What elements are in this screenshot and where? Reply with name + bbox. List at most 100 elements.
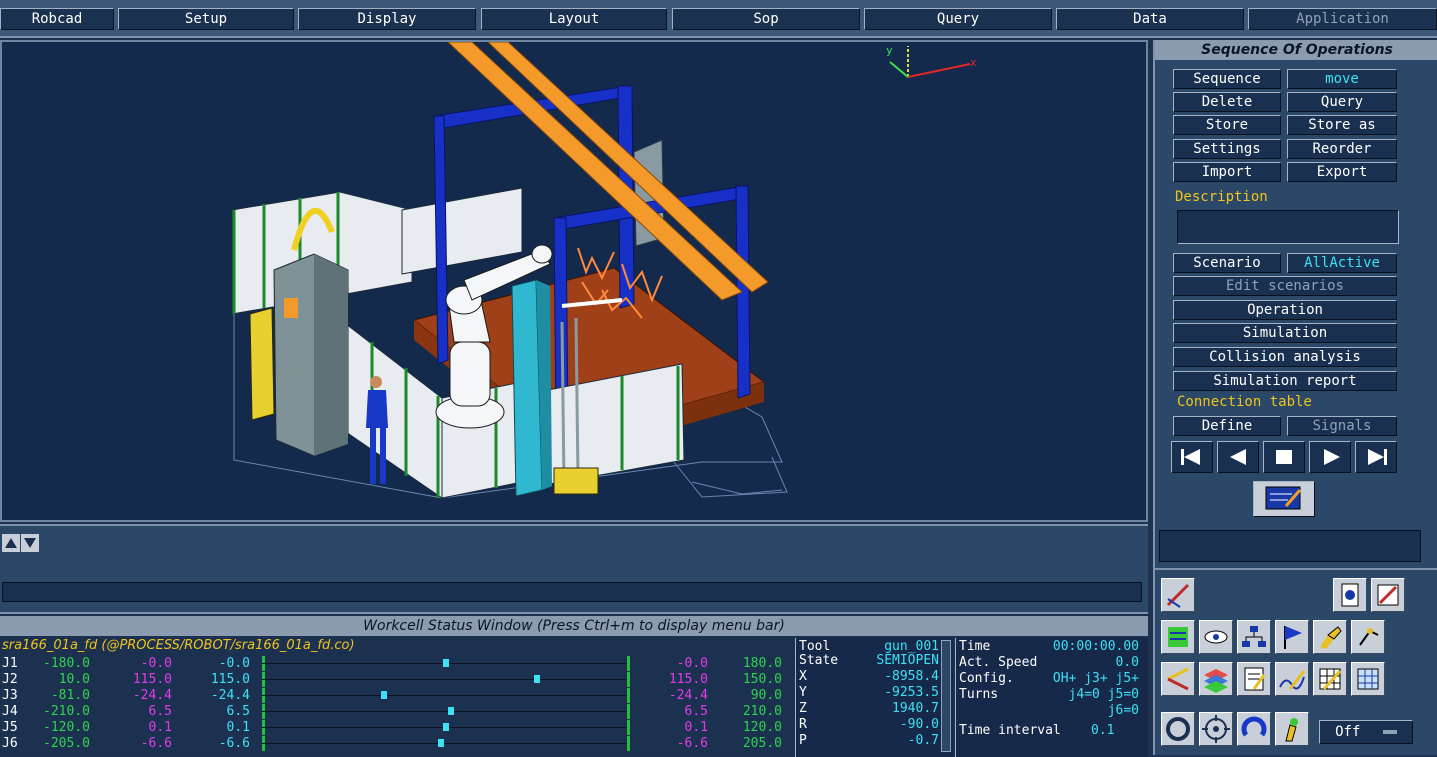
- operation-button[interactable]: Operation: [1173, 300, 1397, 320]
- store-button[interactable]: Store: [1173, 115, 1281, 135]
- export-button[interactable]: Export: [1287, 162, 1397, 182]
- joint-slider[interactable]: [262, 704, 630, 719]
- collision-analysis-button[interactable]: Collision analysis: [1173, 347, 1397, 367]
- joint-slider-thumb[interactable]: [534, 675, 540, 683]
- layers-button[interactable]: [1199, 662, 1233, 696]
- tree-view-button[interactable]: [1237, 620, 1271, 654]
- description-field[interactable]: [1177, 210, 1399, 244]
- view-eye-button[interactable]: [1199, 620, 1233, 654]
- p-value: -0.7: [907, 733, 939, 748]
- joint-slider-thumb[interactable]: [448, 707, 454, 715]
- joint-name: J1: [2, 656, 18, 671]
- scenario-value[interactable]: AllActive: [1287, 253, 1397, 273]
- grid-tool-button[interactable]: [1351, 662, 1385, 696]
- workcell-scene: y x: [231, 42, 977, 499]
- axis-gizmo: y x: [886, 44, 977, 78]
- config-value: OH+ j3+ j5+: [1052, 671, 1139, 686]
- axis-x-label: x: [970, 56, 977, 69]
- dropdown-icon: [1382, 730, 1397, 734]
- scroll-up-button[interactable]: [2, 534, 20, 552]
- joint-slider[interactable]: [262, 656, 630, 671]
- menu-layout[interactable]: Layout: [481, 8, 667, 30]
- flag-button[interactable]: [1275, 620, 1309, 654]
- signals-button[interactable]: Signals: [1287, 416, 1397, 436]
- reorder-button[interactable]: Reorder: [1287, 139, 1397, 159]
- refresh-button[interactable]: [1237, 712, 1271, 746]
- menu-query[interactable]: Query: [864, 8, 1052, 30]
- joint-slider[interactable]: [262, 720, 630, 735]
- doc-view-button[interactable]: [1333, 578, 1367, 612]
- menu-application[interactable]: Application: [1248, 8, 1437, 30]
- gun-pose-button[interactable]: [1275, 712, 1309, 746]
- command-input[interactable]: [2, 582, 1142, 602]
- joint-slider-thumb[interactable]: [438, 739, 444, 747]
- state-label: State: [799, 653, 839, 668]
- menu-sop[interactable]: Sop: [672, 8, 860, 30]
- joint-slider-thumb[interactable]: [443, 659, 449, 667]
- joint-min-value: -6.6: [676, 736, 708, 751]
- r-value: -90.0: [899, 717, 939, 732]
- tool-scrollbar[interactable]: [941, 640, 951, 752]
- sequence-mode-value[interactable]: move: [1287, 69, 1397, 89]
- step-back-button[interactable]: [1217, 441, 1259, 473]
- gantry-rails: [447, 42, 769, 301]
- measure-tool-button[interactable]: [1161, 578, 1195, 612]
- gun-tool-button[interactable]: [1351, 620, 1385, 654]
- scenario-button[interactable]: Scenario: [1173, 253, 1281, 273]
- connection-table-label: Connection table: [1177, 394, 1312, 410]
- table-edit-button[interactable]: [1313, 662, 1347, 696]
- store-as-button[interactable]: Store as: [1287, 115, 1397, 135]
- import-button[interactable]: Import: [1173, 162, 1281, 182]
- notes-button[interactable]: [1237, 662, 1271, 696]
- right-status-strip: [1153, 526, 1437, 568]
- r-label: R: [799, 717, 807, 732]
- sequence-editor-button[interactable]: [1253, 481, 1315, 517]
- menu-data[interactable]: Data: [1056, 8, 1244, 30]
- joint-max-value: 205.0: [742, 736, 782, 751]
- query-button[interactable]: Query: [1287, 92, 1397, 112]
- stop-icon: [1276, 450, 1292, 464]
- settings-button[interactable]: Settings: [1173, 139, 1281, 159]
- off-select[interactable]: Off: [1319, 720, 1413, 744]
- y-value: -9253.5: [884, 685, 939, 700]
- joint-lo-value: 10.0: [58, 672, 90, 687]
- joint-slider[interactable]: [262, 736, 630, 751]
- 3d-viewport[interactable]: y x: [0, 40, 1148, 522]
- stop-button[interactable]: [1263, 441, 1305, 473]
- target-button[interactable]: [1199, 712, 1233, 746]
- delete-button[interactable]: Delete: [1173, 92, 1281, 112]
- jump-start-button[interactable]: [1171, 441, 1213, 473]
- menu-setup[interactable]: Setup: [118, 8, 294, 30]
- frame-tool-button[interactable]: [1161, 662, 1195, 696]
- scroll-down-button[interactable]: [21, 534, 39, 552]
- joint-max-value: 90.0: [750, 688, 782, 703]
- joint-row-j5: J5 -120.0 0.1 0.1 0.1 120.0: [0, 720, 795, 735]
- edit-scenarios-button[interactable]: Edit scenarios: [1173, 276, 1397, 296]
- joint-slider[interactable]: [262, 688, 630, 703]
- target-icon: [1202, 715, 1230, 743]
- sequence-button[interactable]: Sequence: [1173, 69, 1281, 89]
- simulation-button[interactable]: Simulation: [1173, 323, 1397, 343]
- layers-icon: [1204, 669, 1228, 693]
- workcell-status-window: Workcell Status Window (Press Ctrl+m to …: [0, 612, 1148, 757]
- x-label: X: [799, 669, 807, 684]
- signature-button[interactable]: [1275, 662, 1309, 696]
- robot-tool-button[interactable]: [1313, 620, 1347, 654]
- joint-v2-value: 0.1: [226, 720, 250, 735]
- menu-display[interactable]: Display: [298, 8, 476, 30]
- time-interval-value[interactable]: 0.1: [1091, 724, 1114, 738]
- workcell-status-title: Workcell Status Window (Press Ctrl+m to …: [0, 616, 1148, 636]
- list-view-button[interactable]: [1161, 620, 1195, 654]
- play-button[interactable]: [1309, 441, 1351, 473]
- joint-v1-value: -6.6: [140, 736, 172, 751]
- edit-path-button[interactable]: [1371, 578, 1405, 612]
- simulation-report-button[interactable]: Simulation report: [1173, 371, 1397, 391]
- joint-slider-thumb[interactable]: [443, 723, 449, 731]
- joint-slider-thumb[interactable]: [381, 691, 387, 699]
- time-interval-label: Time interval: [959, 723, 1061, 738]
- menu-robcad[interactable]: Robcad: [0, 8, 114, 30]
- joint-slider[interactable]: [262, 672, 630, 687]
- define-button[interactable]: Define: [1173, 416, 1281, 436]
- rotate-view-button[interactable]: [1161, 712, 1195, 746]
- jump-end-button[interactable]: [1355, 441, 1397, 473]
